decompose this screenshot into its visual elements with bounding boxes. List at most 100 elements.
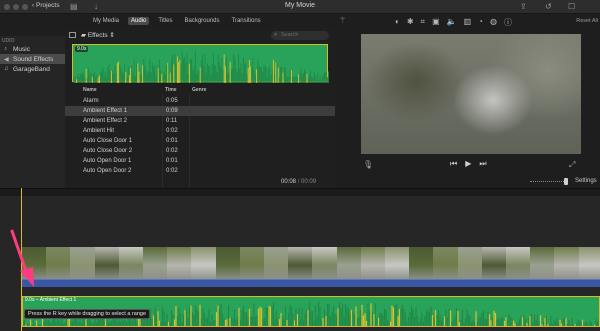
- video-thumbnail: [239, 247, 265, 280]
- sound-name: Ambient Hit: [83, 128, 115, 134]
- sidebar-toggle-icon[interactable]: [69, 32, 76, 38]
- sound-name: Alarm: [83, 98, 99, 104]
- waveform-preview[interactable]: 9.0s: [72, 44, 329, 83]
- tab-titles[interactable]: Titles: [155, 17, 175, 25]
- magic-wand-icon[interactable]: ⚚: [339, 16, 346, 25]
- table-row[interactable]: Ambient Effect 1 0:09: [65, 106, 335, 116]
- time-readout: 00:08 / 00:09: [281, 179, 316, 185]
- reset-all-button[interactable]: Reset All: [576, 18, 598, 24]
- tab-audio[interactable]: Audio: [128, 17, 150, 25]
- play-icon[interactable]: ▶: [465, 159, 471, 169]
- color-balance-icon[interactable]: ◐: [395, 17, 400, 28]
- speed-icon[interactable]: ◔: [478, 17, 483, 28]
- sidebar-item-garageband[interactable]: ♫ GarageBand: [0, 64, 65, 74]
- timeline-zoom-slider[interactable]: [530, 181, 566, 182]
- table-header: Name Time Genre: [65, 86, 335, 94]
- video-frame: [361, 34, 581, 154]
- video-viewer[interactable]: [361, 34, 581, 154]
- table-row[interactable]: Auto Close Door 2 0:02: [65, 146, 335, 156]
- video-thumbnail: [46, 247, 72, 280]
- column-header-time[interactable]: Time: [165, 87, 177, 93]
- video-thumbnail: [433, 247, 459, 280]
- table-row[interactable]: Auto Open Door 2 0:02: [65, 166, 335, 176]
- equalizer-icon[interactable]: ▥: [464, 17, 472, 28]
- sound-name: Auto Close Door 1: [83, 138, 133, 144]
- time-separator: /: [297, 179, 300, 185]
- tooltip: Press the R key while dragging to select…: [24, 309, 151, 319]
- video-thumbnail: [191, 247, 217, 280]
- sound-name: Auto Open Door 2: [83, 168, 132, 174]
- sidebar-item-label: Music: [13, 45, 30, 53]
- viewer-toolbar: ◐ ✱ ⌗ ▣ 🔈 ▥ ◔ ◍ ⓘ: [395, 17, 512, 28]
- sidebar-item-label: GarageBand: [13, 65, 50, 73]
- video-thumbnail: [312, 247, 338, 280]
- table-row[interactable]: Ambient Hit 0:02: [65, 126, 335, 136]
- audio-browser: ▰ Effects ⇕ ⌕ Search 9.0s Name Time Genr…: [65, 28, 335, 204]
- zoom-slider-handle[interactable]: [564, 178, 568, 185]
- video-thumbnail: [360, 247, 386, 280]
- enhance-icon[interactable]: ☐: [568, 2, 575, 11]
- video-thumbnail: [481, 247, 507, 280]
- table-row[interactable]: Auto Close Door 1 0:01: [65, 136, 335, 146]
- volume-icon[interactable]: 🔈: [447, 17, 457, 28]
- noise-reduction-icon[interactable]: ◍: [490, 17, 497, 28]
- window-title: My Movie: [285, 2, 315, 9]
- video-thumbnail: [215, 247, 241, 280]
- tab-transitions[interactable]: Transitions: [229, 17, 264, 25]
- reset-icon[interactable]: ↺: [545, 2, 552, 11]
- skip-forward-icon[interactable]: ⏭: [479, 159, 486, 169]
- sound-name: Auto Close Door 2: [83, 148, 133, 154]
- video-thumbnail: [94, 247, 120, 280]
- video-clip[interactable]: [22, 247, 600, 280]
- video-thumbnail: [70, 247, 96, 280]
- folder-icon: ▰: [81, 32, 88, 39]
- table-row[interactable]: Auto Open Door 1 0:01: [65, 156, 335, 166]
- video-thumbnail: [385, 247, 410, 280]
- guitar-icon: ♫: [4, 66, 9, 72]
- crop-icon[interactable]: ⌗: [421, 17, 426, 28]
- timeline-toolbar: [0, 188, 600, 196]
- tab-my-media[interactable]: My Media: [90, 17, 122, 25]
- fullscreen-icon[interactable]: ⤢: [569, 160, 575, 170]
- info-icon[interactable]: ⓘ: [504, 17, 512, 28]
- microphone-icon[interactable]: 🎙: [363, 160, 373, 169]
- current-time: 00:08: [281, 179, 297, 185]
- video-thumbnail: [554, 247, 580, 280]
- tab-backgrounds[interactable]: Backgrounds: [182, 17, 223, 25]
- video-thumbnail: [409, 247, 435, 280]
- sidebar-item-sound-effects[interactable]: ◀ Sound Effects: [0, 54, 65, 64]
- browser-header: ▰ Effects ⇕ ⌕ Search: [65, 28, 335, 42]
- clip-label: 9.0s – Ambient Effect 1: [25, 297, 77, 303]
- sound-time: 0:01: [166, 138, 178, 144]
- video-thumbnail: [336, 247, 362, 280]
- category-select[interactable]: ▰ Effects ⇕: [81, 31, 115, 39]
- sound-name: Ambient Effect 2: [83, 118, 127, 124]
- settings-button[interactable]: Settings: [575, 178, 597, 184]
- video-thumbnail: [506, 247, 531, 280]
- sidebar-item-music[interactable]: ♪ Music: [0, 44, 65, 54]
- title-bar: ‹ Projects ▤ ↓ My Movie ⇪ ↺ ☐: [0, 0, 600, 14]
- category-label: Effects: [87, 32, 108, 39]
- music-note-icon: ♪: [4, 46, 7, 52]
- video-thumbnail: [578, 247, 600, 280]
- sound-time: 0:01: [166, 158, 178, 164]
- sound-time: 0:11: [166, 118, 178, 124]
- stabilization-icon[interactable]: ▣: [432, 17, 440, 28]
- sound-time: 0:05: [166, 98, 178, 104]
- sidebar: UDIO ♪ Music ◀ Sound Effects ♫ GarageBan…: [0, 36, 65, 188]
- skip-back-icon[interactable]: ⏮: [450, 159, 457, 169]
- color-correction-icon[interactable]: ✱: [407, 17, 414, 28]
- table-row[interactable]: Alarm 0:05: [65, 96, 335, 106]
- speaker-icon: ◀: [4, 56, 9, 63]
- share-icon[interactable]: ⇪: [520, 2, 527, 11]
- column-header-name[interactable]: Name: [83, 87, 97, 93]
- column-header-genre[interactable]: Genre: [192, 87, 206, 93]
- table-row[interactable]: Ambient Effect 2 0:11: [65, 116, 335, 126]
- preview-duration-badge: 9.0s: [75, 46, 89, 52]
- annotation-arrow-icon: [10, 229, 34, 287]
- video-audio-track[interactable]: [22, 279, 600, 287]
- search-input[interactable]: ⌕ Search: [271, 31, 329, 40]
- video-thumbnail: [167, 247, 193, 280]
- preview-waveform: [73, 51, 329, 83]
- sound-name: Auto Open Door 1: [83, 158, 132, 164]
